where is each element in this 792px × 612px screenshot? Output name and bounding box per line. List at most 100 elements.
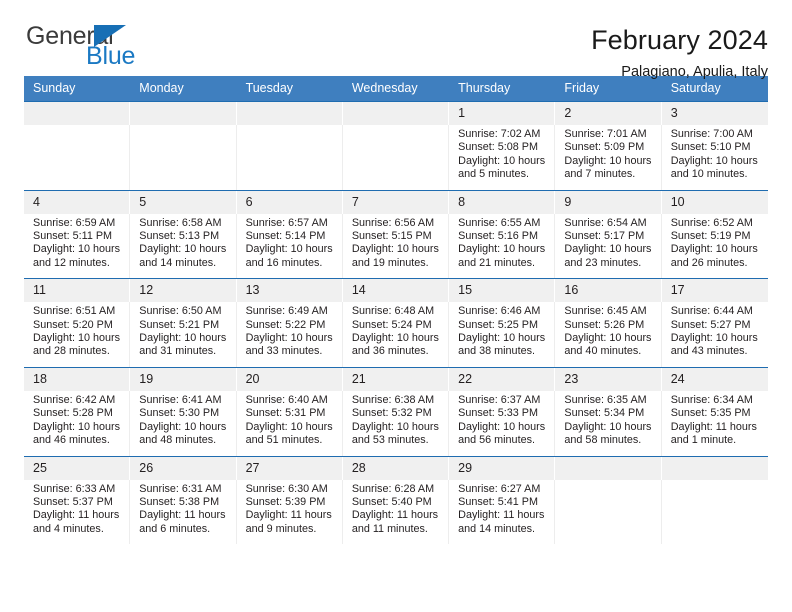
day-cell[interactable]: Sunrise: 6:30 AM Sunset: 5:39 PM Daylight:… (237, 479, 343, 545)
week-daynumber-band: 25 26 27 28 29 (24, 456, 768, 480)
weekday-header-sunday: Sunday (33, 81, 76, 95)
day-number[interactable]: 2 (555, 102, 662, 125)
day-info-line: and 23 minutes. (564, 256, 642, 269)
day-cell[interactable]: Sunrise: 6:54 AM Sunset: 5:17 PM Daylight:… (555, 213, 662, 279)
day-number[interactable]: 23 (555, 367, 662, 391)
day-number[interactable]: 13 (237, 279, 343, 303)
day-info-line: and 48 minutes. (139, 434, 217, 447)
day-number[interactable]: 21 (343, 367, 450, 391)
day-cell[interactable]: Sunrise: 6:42 AM Sunset: 5:28 PM Daylight:… (24, 390, 131, 456)
day-number[interactable]: 29 (449, 456, 556, 480)
day-cell[interactable]: Sunrise: 6:27 AM Sunset: 5:41 PM Daylight:… (449, 479, 556, 545)
day-cell[interactable]: Sunrise: 6:37 AM Sunset: 5:33 PM Daylight:… (449, 390, 556, 456)
day-number[interactable]: 24 (662, 368, 768, 391)
day-cell[interactable]: Sunrise: 7:01 AM Sunset: 5:09 PM Daylight:… (555, 125, 662, 190)
day-number[interactable]: 8 (449, 190, 556, 214)
day-info-line: Sunrise: 6:58 AM (139, 216, 222, 229)
day-cell[interactable]: Sunrise: 6:57 AM Sunset: 5:14 PM Daylight:… (237, 213, 343, 279)
day-number-empty (237, 102, 343, 125)
day-cell[interactable]: Sunrise: 6:51 AM Sunset: 5:20 PM Daylight:… (24, 302, 131, 367)
day-number[interactable]: 4 (24, 190, 131, 214)
day-cell[interactable]: Sunrise: 6:52 AM Sunset: 5:19 PM Daylight:… (662, 214, 768, 279)
calendar-week-row: 4 5 6 7 8 9 10 Sunrise: 6:59 AM Sunset: 5:11 PM D… (24, 189, 768, 279)
day-info-line: Sunset: 5:25 PM (458, 318, 538, 331)
day-info-line: Sunrise: 6:35 AM (564, 393, 647, 406)
weekday-header-monday: Monday (139, 81, 184, 95)
day-number[interactable]: 3 (662, 102, 768, 125)
general-blue-logo[interactable]: General Blue (24, 22, 174, 72)
day-cell[interactable]: Sunrise: 6:34 AM Sunset: 5:35 PM Daylight:… (662, 391, 768, 456)
day-number[interactable]: 6 (237, 190, 343, 214)
day-number[interactable]: 5 (130, 190, 237, 214)
day-number[interactable]: 14 (343, 279, 450, 303)
day-info-line: Sunset: 5:22 PM (245, 318, 326, 331)
day-number[interactable]: 7 (343, 190, 450, 214)
week-detail-band: Sunrise: 6:59 AM Sunset: 5:11 PM Daylight:… (24, 213, 768, 279)
day-number[interactable]: 25 (24, 456, 131, 480)
day-cell[interactable]: Sunrise: 6:45 AM Sunset: 5:26 PM Daylight:… (555, 302, 662, 367)
day-cell[interactable]: Sunrise: 6:46 AM Sunset: 5:25 PM Daylight:… (449, 302, 556, 367)
day-cell[interactable]: Sunrise: 6:55 AM Sunset: 5:16 PM Daylight:… (449, 213, 556, 279)
day-info-line: Sunrise: 6:56 AM (351, 216, 435, 229)
day-info-line: Daylight: 11 hours (670, 420, 757, 433)
day-number[interactable]: 12 (130, 279, 237, 303)
day-info-line: Sunset: 5:10 PM (670, 141, 751, 154)
day-info-line: Sunrise: 7:00 AM (670, 128, 753, 140)
day-info-line: and 21 minutes. (458, 256, 535, 269)
day-cell[interactable]: Sunrise: 6:56 AM Sunset: 5:15 PM Daylight:… (343, 213, 450, 279)
day-number[interactable]: 19 (130, 367, 237, 391)
day-info-line: Sunset: 5:32 PM (351, 407, 432, 420)
day-number[interactable]: 20 (237, 367, 343, 391)
day-info-line: Sunrise: 6:52 AM (670, 216, 753, 229)
day-info-line: Daylight: 10 hours (564, 154, 652, 167)
page-title: February 2024 (591, 25, 768, 55)
day-info-line: Sunrise: 6:28 AM (351, 482, 435, 495)
calendar-weeks: 1 2 3 Sunrise: 7:02 AM Sunset: 5:08 PM Daylig… (24, 101, 768, 545)
day-info-line: and 43 minutes. (670, 345, 748, 358)
day-cell[interactable]: Sunrise: 6:44 AM Sunset: 5:27 PM Daylight:… (662, 302, 768, 367)
day-info-line: Sunrise: 6:31 AM (139, 482, 222, 495)
calendar-week-row: 11 12 13 14 15 16 17 Sunrise: 6:51 AM Sunset: 5:… (24, 278, 768, 367)
day-cell[interactable]: Sunrise: 6:28 AM Sunset: 5:40 PM Daylight:… (343, 479, 450, 545)
day-cell[interactable]: Sunrise: 6:49 AM Sunset: 5:22 PM Daylight:… (237, 302, 343, 367)
day-number[interactable]: 15 (449, 279, 556, 303)
day-info-line: Sunset: 5:33 PM (458, 407, 538, 420)
day-cell[interactable]: Sunrise: 7:00 AM Sunset: 5:10 PM Daylight:… (662, 125, 768, 190)
day-cell[interactable]: Sunrise: 6:48 AM Sunset: 5:24 PM Daylight:… (343, 302, 450, 367)
day-number[interactable]: 27 (237, 456, 343, 480)
day-number[interactable]: 26 (130, 456, 237, 480)
day-number[interactable]: 1 (449, 102, 556, 125)
day-number[interactable]: 16 (555, 279, 662, 303)
day-info-line: Sunrise: 6:41 AM (139, 393, 222, 406)
day-info-line: and 4 minutes. (33, 522, 104, 535)
day-cell[interactable]: Sunrise: 6:58 AM Sunset: 5:13 PM Daylight:… (130, 213, 237, 279)
weekday-header-friday: Friday (564, 81, 600, 95)
day-number[interactable]: 18 (24, 367, 131, 391)
day-cell[interactable]: Sunrise: 6:50 AM Sunset: 5:21 PM Daylight:… (130, 302, 237, 367)
day-number[interactable]: 11 (24, 279, 131, 303)
day-number[interactable]: 22 (449, 367, 556, 391)
day-number[interactable]: 28 (343, 456, 450, 480)
day-info-line: Sunset: 5:11 PM (33, 230, 113, 243)
day-info-line: Sunset: 5:13 PM (139, 230, 220, 243)
day-info-line: Sunrise: 6:27 AM (458, 482, 541, 495)
day-cell[interactable]: Sunrise: 6:35 AM Sunset: 5:34 PM Daylight:… (555, 390, 662, 456)
day-cell[interactable]: Sunrise: 7:02 AM Sunset: 5:08 PM Daylight:… (449, 125, 556, 190)
day-cell[interactable]: Sunrise: 6:59 AM Sunset: 5:11 PM Daylight:… (24, 213, 131, 279)
day-cell[interactable]: Sunrise: 6:41 AM Sunset: 5:30 PM Daylight:… (130, 390, 237, 456)
day-info-line: Daylight: 10 hours (670, 332, 758, 345)
day-info-line: Daylight: 10 hours (458, 154, 546, 167)
day-number[interactable]: 9 (555, 190, 662, 214)
day-number-empty (662, 457, 768, 480)
day-cell-empty (343, 125, 450, 190)
day-cell[interactable]: Sunrise: 6:38 AM Sunset: 5:32 PM Daylight:… (343, 390, 450, 456)
day-number[interactable]: 17 (662, 279, 768, 302)
day-cell[interactable]: Sunrise: 6:33 AM Sunset: 5:37 PM Daylight:… (24, 479, 131, 545)
day-info-line: Sunset: 5:16 PM (458, 230, 538, 243)
week-daynumber-band: 4 5 6 7 8 9 10 (24, 190, 768, 214)
day-cell[interactable]: Sunrise: 6:40 AM Sunset: 5:31 PM Daylight:… (237, 390, 343, 456)
day-number[interactable]: 10 (662, 191, 768, 214)
day-info-line: Sunrise: 6:45 AM (564, 305, 647, 318)
day-cell[interactable]: Sunrise: 6:31 AM Sunset: 5:38 PM Daylight:… (130, 479, 237, 545)
day-info-line: Daylight: 11 hours (245, 509, 332, 522)
